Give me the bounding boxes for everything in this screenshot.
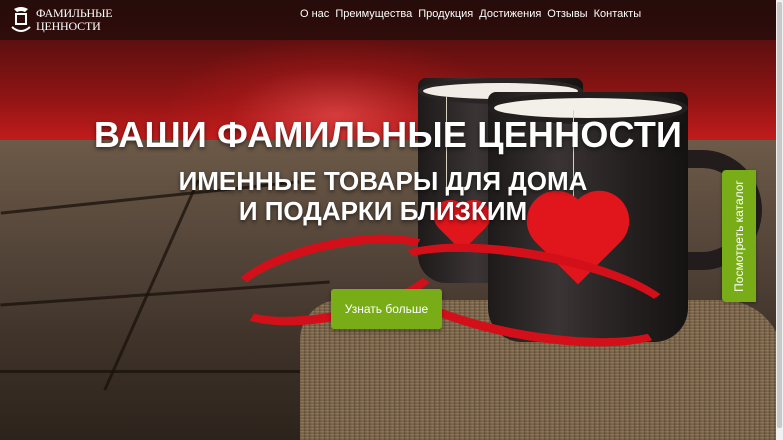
hero-subtitle-line-2: И ПОДАРКИ БЛИЗКИМ [238,196,528,226]
top-navbar: ФАМИЛЬНЫЕ ЦЕННОСТИ О нас Преимущества Пр… [0,0,776,40]
nav-link-achievements[interactable]: Достижения [479,8,541,20]
main-nav: О нас Преимущества Продукция Достижения … [300,8,647,20]
scrollbar-thumb[interactable] [777,2,782,428]
nav-link-reviews[interactable]: Отзывы [547,8,587,20]
learn-more-button[interactable]: Узнать больше [331,289,442,329]
family-crest-logo-icon [10,5,32,35]
brand-line-2: ЦЕННОСТИ [36,19,101,33]
hero-subtitle: ИМЕННЫЕ ТОВАРЫ ДЛЯ ДОМА И ПОДАРКИ БЛИЗКИ… [0,166,766,226]
nav-link-products[interactable]: Продукция [418,8,473,20]
brand-logo[interactable]: ФАМИЛЬНЫЕ ЦЕННОСТИ [10,5,113,35]
hero-title: ВАШИ ФАМИЛЬНЫЕ ЦЕННОСТИ [93,114,683,155]
page-scrollbar[interactable] [776,0,783,440]
nav-link-about[interactable]: О нас [300,8,329,20]
nav-link-advantages[interactable]: Преимущества [335,8,412,20]
view-catalog-label: Посмотреть каталог [732,180,746,292]
nav-link-contacts[interactable]: Контакты [594,8,642,20]
hero-subtitle-line-1: ИМЕННЫЕ ТОВАРЫ ДЛЯ ДОМА [178,166,588,196]
view-catalog-button[interactable]: Посмотреть каталог [722,170,756,302]
